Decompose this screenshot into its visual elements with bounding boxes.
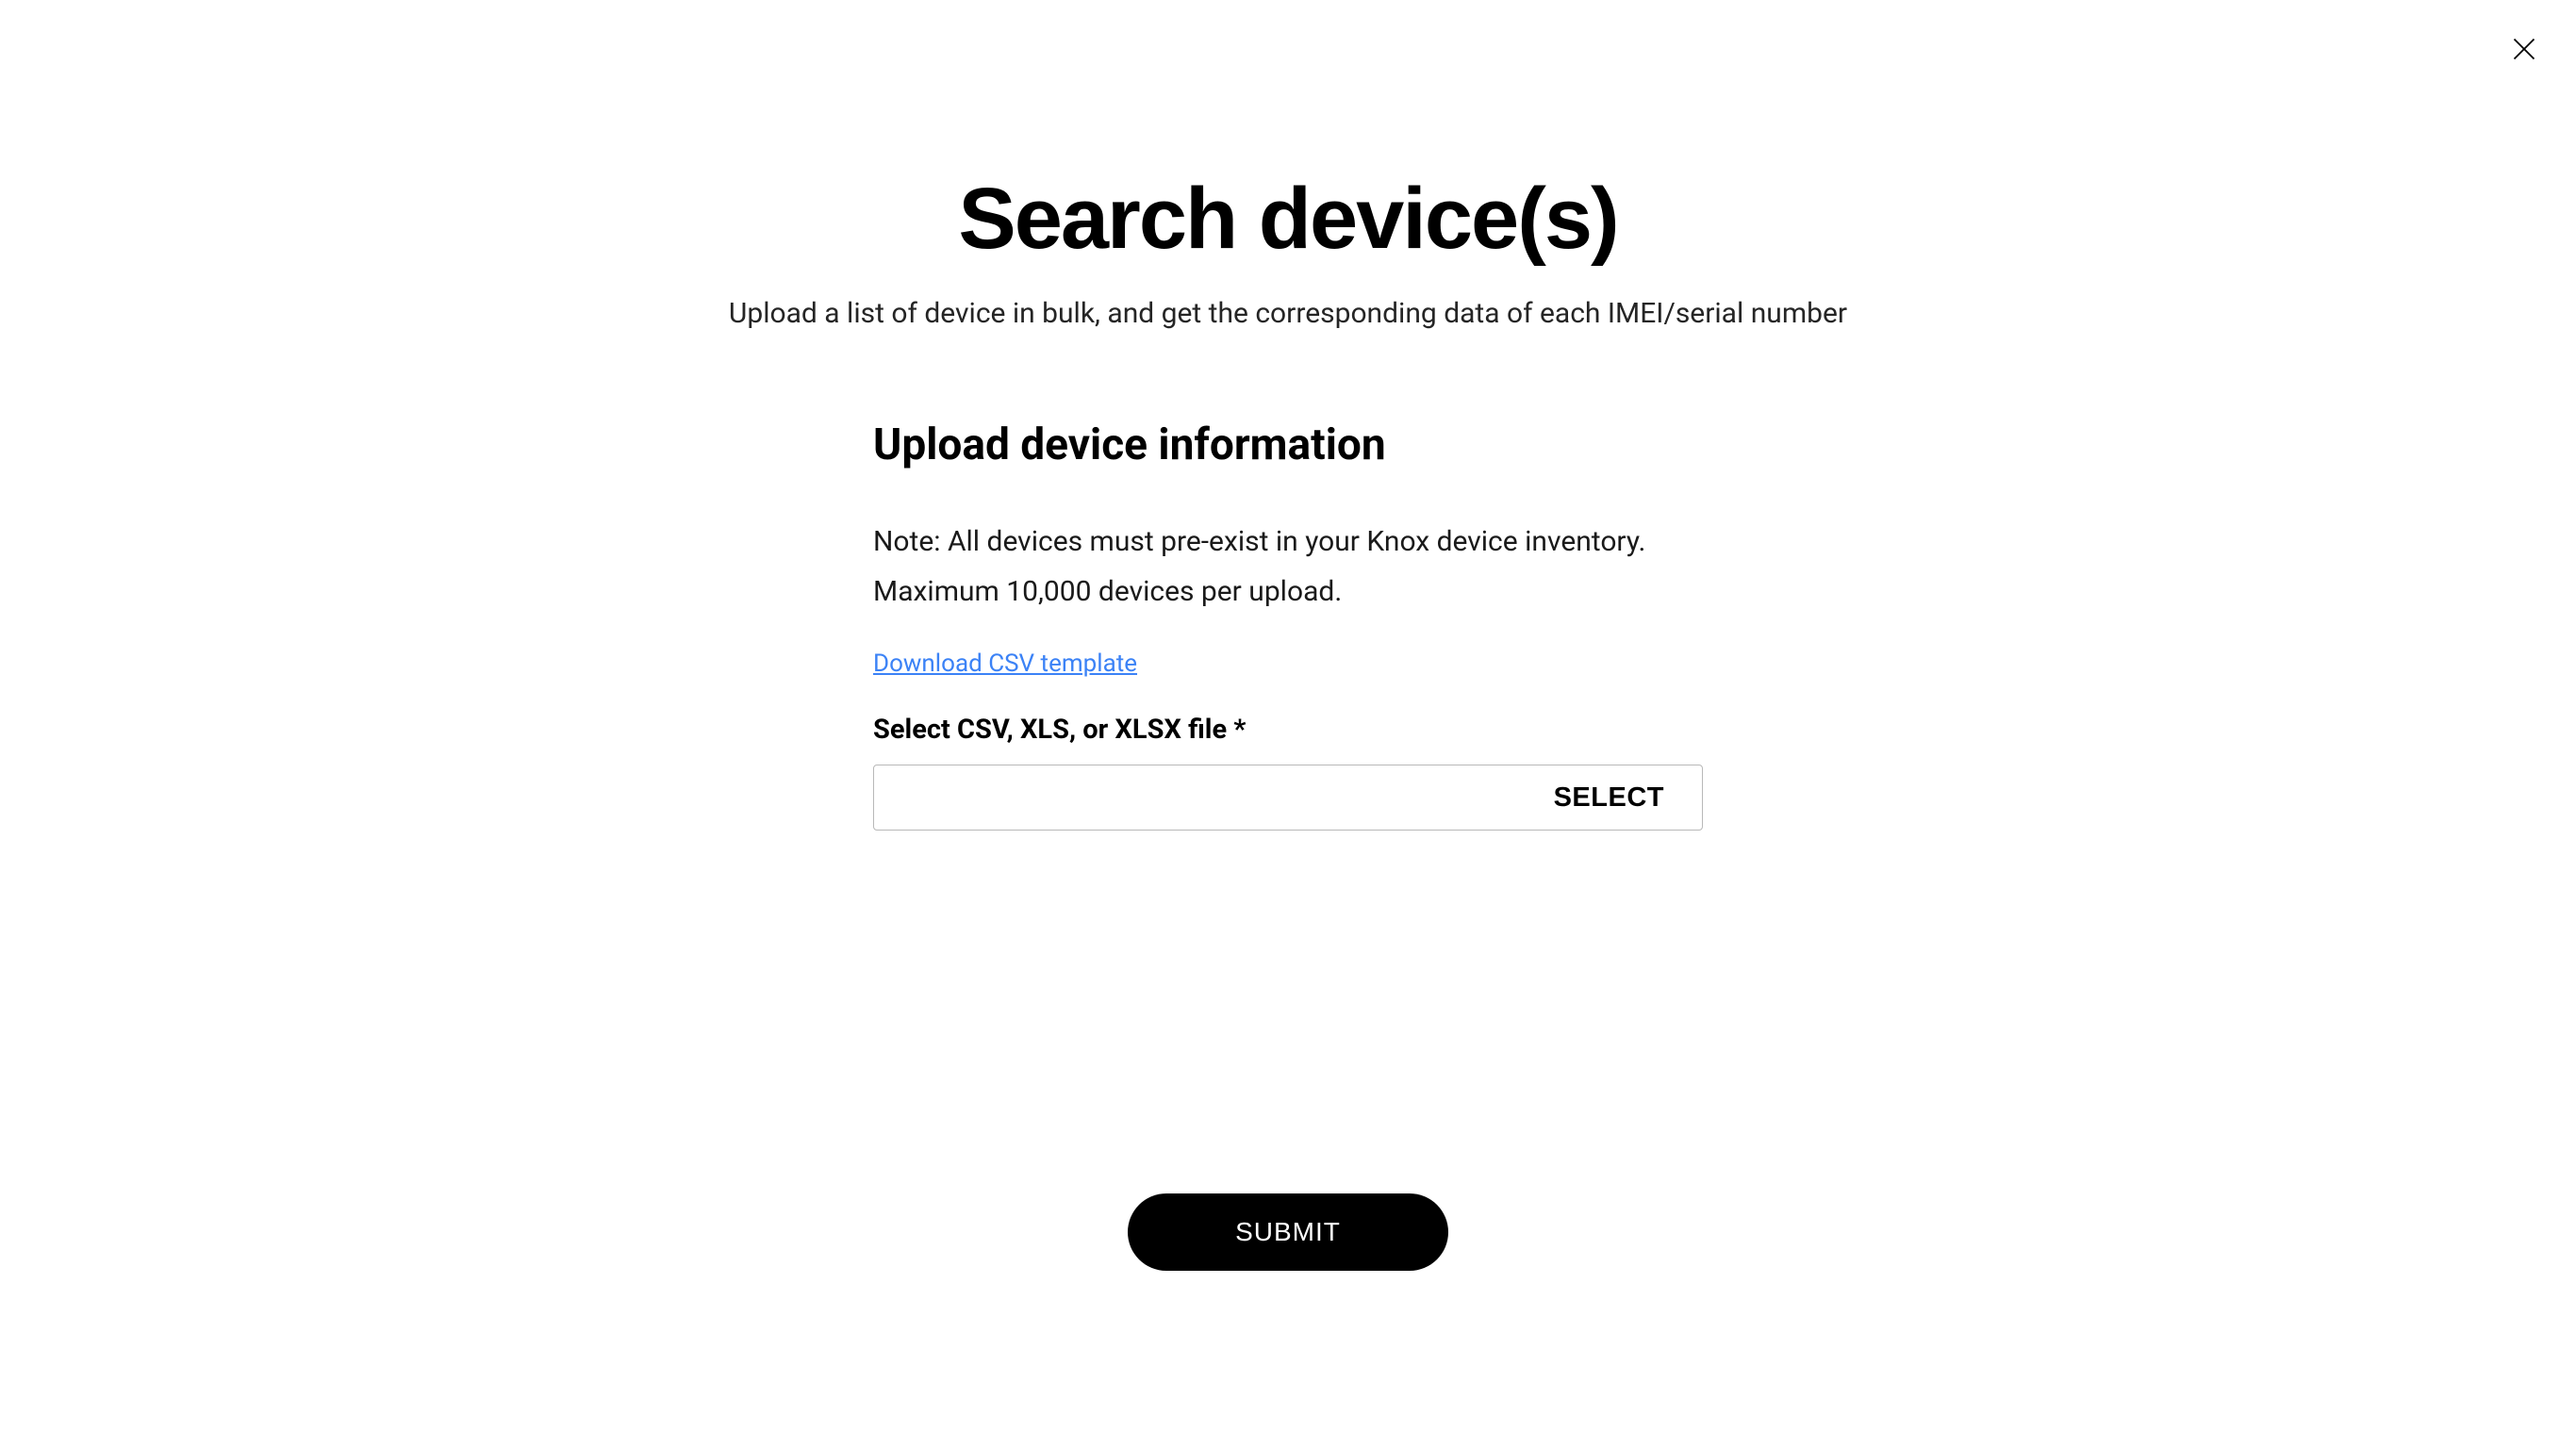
modal-container: Search device(s) Upload a list of device…	[722, 0, 1854, 1271]
close-icon	[2511, 36, 2537, 65]
upload-note: Note: All devices must pre-exist in your…	[873, 518, 1703, 617]
file-input-label: Select CSV, XLS, or XLSX file *	[873, 714, 1703, 746]
page-subtitle: Upload a list of device in bulk, and get…	[729, 297, 1847, 330]
upload-form-section: Upload device information Note: All devi…	[873, 420, 1703, 831]
section-title: Upload device information	[873, 420, 1703, 470]
page-title: Search device(s)	[958, 170, 1617, 269]
close-button[interactable]	[2505, 31, 2543, 69]
download-csv-template-link[interactable]: Download CSV template	[873, 650, 1137, 678]
submit-button[interactable]: SUBMIT	[1128, 1193, 1448, 1271]
file-selector-field[interactable]: SELECT	[873, 765, 1703, 831]
select-file-button[interactable]: SELECT	[1554, 782, 1664, 814]
